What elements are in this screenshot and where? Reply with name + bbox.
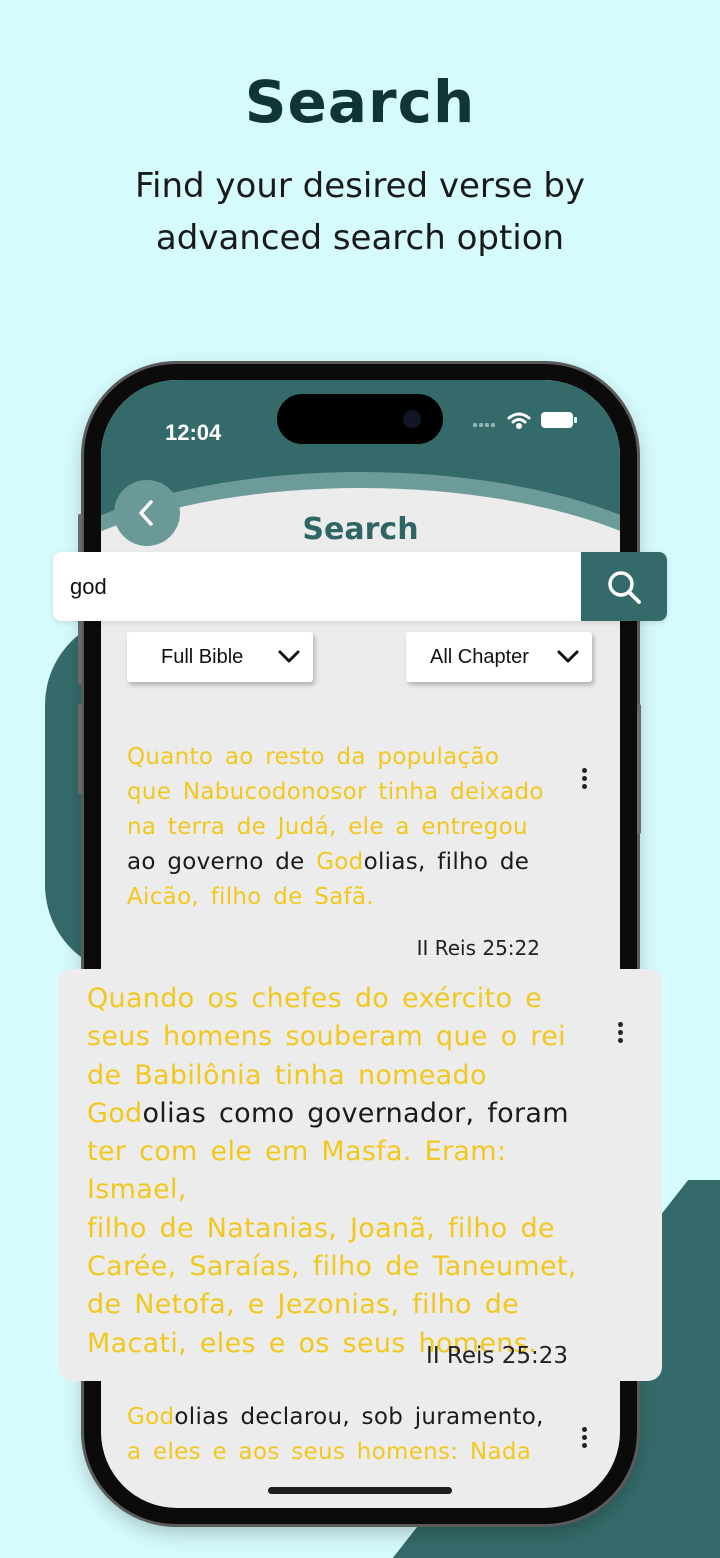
verse-line: a eles e aos seus homens: Nada xyxy=(127,1439,532,1465)
result-2-text[interactable]: Quando os chefes do exército e seus home… xyxy=(87,980,607,1363)
result-3-more-button[interactable] xyxy=(582,1425,587,1449)
result-2-more-button[interactable] xyxy=(618,1020,623,1044)
result-1-text[interactable]: Quanto ao resto da população que Nabucod… xyxy=(127,740,567,915)
book-filter-label: Full Bible xyxy=(161,645,244,668)
search-button[interactable] xyxy=(581,552,667,621)
signal-icon xyxy=(473,423,495,427)
chevron-left-icon xyxy=(139,500,153,526)
result-1-reference: II Reis 25:22 xyxy=(416,936,540,960)
verse-line: na terra de Judá, ele a entregou xyxy=(127,814,528,840)
search-bar xyxy=(53,552,667,621)
verse-line: de Netofa, e Jezonias, filho de xyxy=(87,1289,520,1321)
result-1-more-button[interactable] xyxy=(582,766,587,790)
back-button[interactable] xyxy=(114,480,180,546)
chevron-down-icon xyxy=(278,650,300,663)
side-button xyxy=(637,704,641,834)
side-button xyxy=(78,704,82,794)
verse-line: Quanto ao resto da população xyxy=(127,744,500,770)
kebab-icon xyxy=(582,1426,587,1432)
wifi-icon xyxy=(507,412,531,429)
search-input[interactable] xyxy=(53,552,581,621)
magnifier-icon xyxy=(608,570,641,604)
verse-line: filho de Natanias, Joanã, filho de xyxy=(87,1212,555,1244)
highlight-match: God xyxy=(316,849,364,875)
kebab-icon xyxy=(618,1021,623,1027)
verse-line: Carée, Saraías, filho de Taneumet, xyxy=(87,1251,577,1283)
verse-line: que Nabucodonosor tinha deixado xyxy=(127,779,544,805)
book-filter-dropdown[interactable]: Full Bible xyxy=(127,632,313,682)
verse-line: Godolias como governador, foram xyxy=(87,1097,569,1129)
status-icons xyxy=(473,412,577,429)
verse-line: ao governo de Godolias, filho de xyxy=(127,849,530,875)
verse-line: Aicão, filho de Safã. xyxy=(127,884,374,910)
home-indicator xyxy=(268,1487,452,1494)
highlight-match: God xyxy=(87,1097,143,1129)
result-3-text[interactable]: Godolias declarou, sob juramento, a eles… xyxy=(127,1400,567,1470)
camera-icon xyxy=(403,410,421,428)
kebab-icon xyxy=(582,767,587,773)
dynamic-island xyxy=(277,394,443,444)
highlight-match: God xyxy=(127,1404,175,1430)
chevron-down-icon xyxy=(557,650,579,663)
battery-icon xyxy=(541,412,577,428)
promo-subtitle-line2: advanced search option xyxy=(155,218,565,258)
result-2-reference: II Reis 25:23 xyxy=(426,1343,568,1369)
promo-subtitle-line1: Find your desired verse by xyxy=(134,166,586,206)
status-time: 12:04 xyxy=(165,420,222,445)
verse-line: Quando os chefes do exército e xyxy=(87,983,543,1014)
chapter-filter-label: All Chapter xyxy=(430,645,529,668)
promo-title: Search xyxy=(244,68,476,136)
verse-line: Godolias declarou, sob juramento, xyxy=(127,1404,544,1430)
verse-line: ter com ele em Masfa. Eram: Ismael, xyxy=(87,1136,507,1206)
verse-line: de Babilônia tinha nomeado xyxy=(87,1059,487,1091)
promo-subtitle: Find your desired verse by advanced sear… xyxy=(110,160,610,264)
verse-line: seus homens souberam que o rei xyxy=(87,1021,566,1053)
chapter-filter-dropdown[interactable]: All Chapter xyxy=(406,632,592,682)
